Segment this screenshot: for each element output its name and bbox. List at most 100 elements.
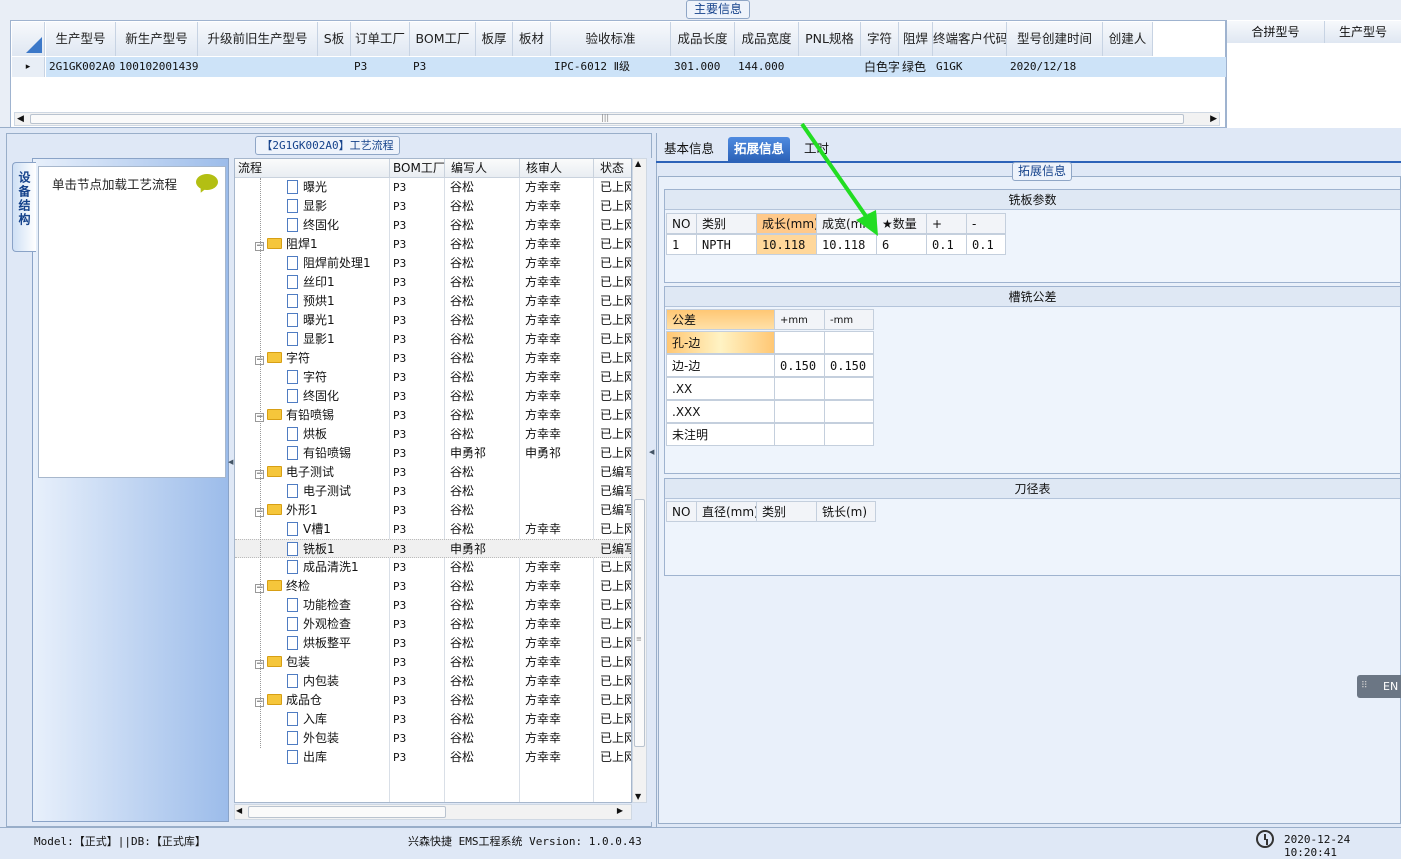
grid-cell[interactable]: 2G1GK002A0 <box>46 57 116 77</box>
groove-cell[interactable] <box>774 423 825 446</box>
col-header[interactable]: 型号创建时间 <box>1007 22 1103 56</box>
side-tab-equipment[interactable]: 设备结构 <box>12 162 36 252</box>
col-header-status[interactable]: 状态 <box>594 159 631 178</box>
groove-cell[interactable]: 孔-边 <box>666 331 775 354</box>
tree-row[interactable]: 终固化 P3 谷松 方幸幸 已上网 <box>235 387 631 406</box>
col-header[interactable]: 新生产型号 <box>116 22 198 56</box>
tree-row[interactable]: −电子测试P3谷松已编写 <box>235 463 631 482</box>
tree-row[interactable]: −字符P3谷松方幸幸已上网 <box>235 349 631 368</box>
tree-row[interactable]: 电子测试 P3 谷松 已编写 <box>235 482 631 501</box>
groove-cell[interactable]: 未注明 <box>666 423 775 446</box>
col-header[interactable]: 成品宽度 <box>735 22 799 56</box>
scroll-left-icon[interactable]: ◀ <box>236 806 242 815</box>
grid-cell[interactable]: IPC-6012 Ⅱ级 <box>551 57 671 77</box>
tree-row[interactable]: 显影 P3 谷松 方幸幸 已上网 <box>235 197 631 216</box>
grid-corner[interactable] <box>12 22 45 56</box>
col-header[interactable]: 阻焊 <box>899 22 933 56</box>
tool-header-cell[interactable]: 直径(mm) <box>696 501 757 522</box>
groove-cell[interactable] <box>824 377 874 400</box>
merge-col-header[interactable]: 合拼型号 <box>1227 21 1325 43</box>
tree-row[interactable]: −包装P3谷松方幸幸已上网 <box>235 653 631 672</box>
groove-header-cell[interactable]: +mm <box>774 309 825 330</box>
merge-grid[interactable]: 合拼型号 生产型号 <box>1226 20 1401 128</box>
tree-row[interactable]: 出库 P3 谷松 方幸幸 已上网 <box>235 748 631 767</box>
tree-row[interactable]: 外包装 P3 谷松 方幸幸 已上网 <box>235 729 631 748</box>
main-grid-horizontal-scrollbar[interactable]: ◀ ||| ▶ <box>14 112 1220 126</box>
col-header-bom[interactable]: BOM工厂 <box>390 159 445 178</box>
tree-row[interactable]: 外观检查 P3 谷松 方幸幸 已上网 <box>235 615 631 634</box>
milling-header-cell[interactable]: 类别 <box>696 213 757 234</box>
grid-cell[interactable] <box>513 57 551 77</box>
scrollbar-thumb[interactable]: ≡ <box>634 499 645 747</box>
grid-cell[interactable]: 10010200143910 <box>116 57 198 77</box>
grid-cell[interactable] <box>318 57 351 77</box>
col-header[interactable]: PNL规格 <box>799 22 861 56</box>
milling-value-cell[interactable]: 1 <box>666 234 697 255</box>
input-method-badge[interactable]: ⠿ EN <box>1357 675 1401 698</box>
grid-cell[interactable]: 2020/12/18 <box>1007 57 1103 77</box>
tree-row[interactable]: 功能检查 P3 谷松 方幸幸 已上网 <box>235 596 631 615</box>
grid-cell[interactable]: 301.000 <box>671 57 735 77</box>
tree-row[interactable]: 烘板整平 P3 谷松 方幸幸 已上网 <box>235 634 631 653</box>
groove-cell[interactable] <box>774 331 825 354</box>
col-header[interactable]: 创建人 <box>1103 22 1153 56</box>
tool-header-cell[interactable]: 类别 <box>756 501 817 522</box>
groove-cell[interactable] <box>824 400 874 423</box>
grid-cell[interactable] <box>198 57 318 77</box>
milling-value-cell[interactable]: 0.1 <box>966 234 1006 255</box>
tree-row[interactable]: −终检P3谷松方幸幸已上网 <box>235 577 631 596</box>
tree-row[interactable]: 铣板1 P3 申勇祁 已编写 <box>235 539 631 558</box>
tree-row[interactable]: 烘板 P3 谷松 方幸幸 已上网 <box>235 425 631 444</box>
col-header[interactable]: 板材 <box>513 22 551 56</box>
equipment-tree[interactable] <box>38 166 226 478</box>
scroll-up-icon[interactable]: ▲ <box>635 159 641 168</box>
groove-cell[interactable]: .XXX <box>666 400 775 423</box>
tree-row[interactable]: 成品清洗1 P3 谷松 方幸幸 已上网 <box>235 558 631 577</box>
scroll-right-icon[interactable]: ▶ <box>1210 113 1217 125</box>
scrollbar-thumb[interactable]: ||| <box>30 113 1184 124</box>
col-header[interactable]: 成品长度 <box>671 22 735 56</box>
col-header[interactable]: BOM工厂 <box>410 22 476 56</box>
tab-extended-info[interactable]: 拓展信息 <box>728 137 791 161</box>
scroll-down-icon[interactable]: ▼ <box>635 792 641 801</box>
col-header-flow[interactable]: 流程 <box>235 159 390 178</box>
milling-header-cell[interactable]: - <box>966 213 1006 234</box>
col-header-reviewer[interactable]: 核审人 <box>520 159 594 178</box>
tree-row[interactable]: 终固化 P3 谷松 方幸幸 已上网 <box>235 216 631 235</box>
tree-row[interactable]: 入库 P3 谷松 方幸幸 已上网 <box>235 710 631 729</box>
groove-cell[interactable] <box>824 423 874 446</box>
grid-cell[interactable]: P3 <box>351 57 410 77</box>
groove-cell[interactable]: 0.150 <box>774 354 825 377</box>
groove-cell[interactable] <box>774 400 825 423</box>
col-header[interactable]: S板 <box>318 22 351 56</box>
tab-basic-info[interactable]: 基本信息 <box>658 137 720 161</box>
grid-cell[interactable]: 绿色 <box>899 57 933 77</box>
grid-cell[interactable] <box>476 57 513 77</box>
col-header[interactable]: 订单工厂 <box>351 22 410 56</box>
tree-row[interactable]: −外形1P3谷松已编写 <box>235 501 631 520</box>
tree-row[interactable]: 字符 P3 谷松 方幸幸 已上网 <box>235 368 631 387</box>
tree-row[interactable]: 内包装 P3 谷松 方幸幸 已上网 <box>235 672 631 691</box>
tree-row[interactable]: −有铅喷锡P3谷松方幸幸已上网 <box>235 406 631 425</box>
col-header[interactable]: 字符 <box>861 22 899 56</box>
grid-cell[interactable]: P3 <box>410 57 476 77</box>
col-header-writer[interactable]: 编写人 <box>445 159 520 178</box>
process-tree-horizontal-scrollbar[interactable]: ◀ ▶ <box>234 804 632 820</box>
scrollbar-thumb[interactable] <box>248 806 446 818</box>
tree-row[interactable]: 阻焊前处理1 P3 谷松 方幸幸 已上网 <box>235 254 631 273</box>
grid-cell[interactable]: 144.000 <box>735 57 799 77</box>
groove-cell[interactable] <box>774 377 825 400</box>
tree-row[interactable]: 丝印1 P3 谷松 方幸幸 已上网 <box>235 273 631 292</box>
col-header[interactable]: 生产型号 <box>46 22 116 56</box>
groove-cell[interactable]: .XX <box>666 377 775 400</box>
scroll-left-icon[interactable]: ◀ <box>17 113 24 125</box>
groove-cell[interactable] <box>824 331 874 354</box>
col-header[interactable]: 升级前旧生产型号 <box>198 22 318 56</box>
tool-header-cell[interactable]: NO <box>666 501 697 522</box>
tree-row[interactable]: −成品仓P3谷松方幸幸已上网 <box>235 691 631 710</box>
process-tree-vertical-scrollbar[interactable]: ▲ ≡ ▼ <box>632 158 647 803</box>
groove-header-cell[interactable]: 公差 <box>666 309 775 330</box>
tree-row[interactable]: −阻焊1P3谷松方幸幸已上网 <box>235 235 631 254</box>
grid-cell[interactable] <box>799 57 861 77</box>
milling-header-cell[interactable]: NO <box>666 213 697 234</box>
